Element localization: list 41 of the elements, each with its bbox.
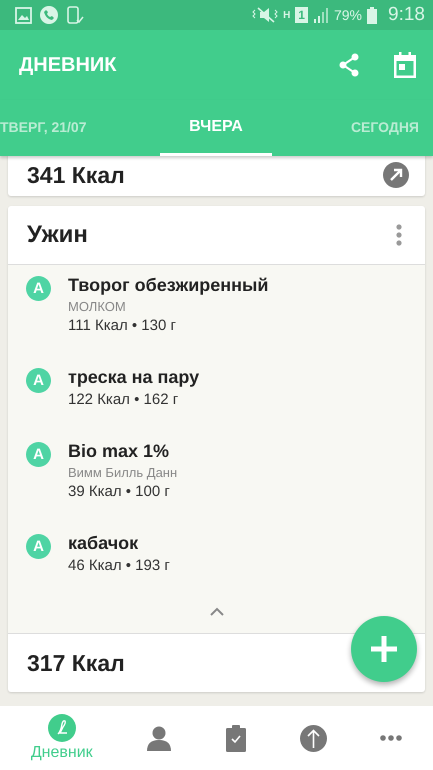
phone-icon [40, 6, 58, 24]
more-vert-icon[interactable] [396, 224, 402, 246]
calorie-total: 317 Ккал [27, 650, 125, 676]
battery-icon [367, 6, 378, 24]
grade-badge: A [26, 276, 51, 301]
food-name: Творог обезжиренный [68, 275, 268, 296]
clipboard-icon [226, 724, 246, 752]
food-item[interactable]: A кабачок 46 Ккал • 193 г [8, 533, 425, 574]
diary-icon [48, 714, 76, 742]
sim-badge: 1 [295, 7, 308, 23]
grade-badge: A [26, 442, 51, 467]
arrow-circle-icon[interactable] [383, 162, 409, 188]
collapse-chevron-icon[interactable] [208, 607, 224, 617]
food-details: 46 Ккал • 193 г [68, 557, 170, 574]
grade-badge: A [26, 534, 51, 559]
image-icon [15, 6, 32, 24]
signal-icon [312, 7, 329, 23]
food-item[interactable]: A треска на пару 122 Ккал • 162 г [8, 367, 425, 408]
phone-check-icon [66, 6, 84, 24]
food-brand: Вимм Билль Данн [68, 465, 178, 480]
battery-percent: 79% [334, 7, 362, 23]
grade-badge: A [26, 368, 51, 393]
clock: 9:18 [388, 4, 425, 26]
food-details: 122 Ккал • 162 г [68, 391, 180, 408]
food-details: 111 Ккал • 130 г [68, 317, 177, 334]
food-name: Bio max 1% [68, 441, 170, 462]
meal-title: Ужин [27, 221, 88, 249]
more-icon [380, 735, 402, 741]
food-name: кабачок [68, 533, 140, 554]
person-icon [146, 725, 172, 751]
food-name: треска на пару [68, 367, 200, 388]
network-type: H [283, 10, 290, 20]
app-title: ДНЕВНИК [19, 54, 116, 76]
food-details: 39 Ккал • 100 г [68, 483, 171, 500]
upload-icon [300, 724, 327, 752]
plus-icon [368, 633, 400, 665]
food-item[interactable]: A Bio max 1% Вимм Билль Данн 39 Ккал • 100 г [8, 441, 425, 500]
food-brand: МОЛКОМ [68, 299, 127, 314]
food-item[interactable]: A Творог обезжиренный МОЛКОМ 111 Ккал • 130 г [8, 275, 425, 334]
mute-vibrate-icon [252, 7, 278, 23]
calorie-total: 341 Ккал [27, 162, 125, 188]
